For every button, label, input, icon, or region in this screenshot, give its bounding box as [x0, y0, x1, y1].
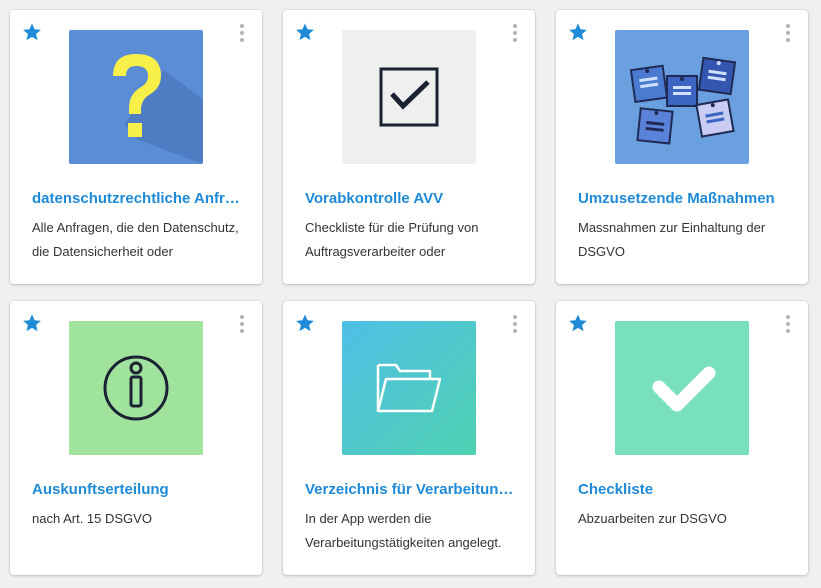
app-grid: datenschutzrechtliche Anfr… Alle Anfrage… [0, 0, 821, 588]
question-mark-icon [69, 30, 203, 164]
more-options-icon[interactable] [238, 315, 246, 337]
sticky-notes-icon [615, 30, 749, 164]
favorite-star-icon[interactable] [22, 22, 42, 42]
app-description: nach Art. 15 DSGVO [32, 511, 152, 526]
app-description: Alle Anfragen, die den Datenschutz, die … [32, 220, 239, 259]
more-options-icon[interactable] [511, 315, 519, 337]
app-title[interactable]: datenschutzrechtliche Anfr… [32, 190, 244, 207]
more-options-icon[interactable] [784, 315, 792, 337]
app-description: Abzuarbeiten zur DSGVO [578, 511, 727, 526]
app-tile-image[interactable] [69, 321, 203, 455]
app-description: Massnahmen zur Einhaltung der DSGVO [578, 220, 766, 259]
app-card-auskunftserteilung[interactable]: Auskunftserteilung nach Art. 15 DSGVO [10, 301, 262, 575]
folder-icon [342, 321, 476, 455]
favorite-star-icon[interactable] [568, 313, 588, 333]
favorite-star-icon[interactable] [295, 313, 315, 333]
app-card-checkliste[interactable]: Checkliste Abzuarbeiten zur DSGVO [556, 301, 808, 575]
checkbox-icon [342, 30, 476, 164]
favorite-star-icon[interactable] [22, 313, 42, 333]
more-options-icon[interactable] [511, 24, 519, 46]
app-tile-image[interactable] [69, 30, 203, 164]
app-tile-image[interactable] [615, 321, 749, 455]
app-card-vorabkontrolle-avv[interactable]: Vorabkontrolle AVV Checkliste für die Pr… [283, 10, 535, 284]
app-tile-image[interactable] [342, 30, 476, 164]
checkmark-icon [615, 321, 749, 455]
app-tile-image[interactable] [342, 321, 476, 455]
app-card-datenschutz-anfragen[interactable]: datenschutzrechtliche Anfr… Alle Anfrage… [10, 10, 262, 284]
favorite-star-icon[interactable] [568, 22, 588, 42]
app-tile-image[interactable] [615, 30, 749, 164]
favorite-star-icon[interactable] [295, 22, 315, 42]
app-title[interactable]: Umzusetzende Maßnahmen [578, 190, 790, 207]
app-title[interactable]: Vorabkontrolle AVV [305, 190, 517, 207]
more-options-icon[interactable] [784, 24, 792, 46]
app-title[interactable]: Auskunftserteilung [32, 481, 244, 498]
info-icon [69, 321, 203, 455]
app-title[interactable]: Checkliste [578, 481, 790, 498]
more-options-icon[interactable] [238, 24, 246, 46]
app-card-umzusetzende-massnahmen[interactable]: Umzusetzende Maßnahmen Massnahmen zur Ei… [556, 10, 808, 284]
app-description: Checkliste für die Prüfung von Auftragsv… [305, 220, 479, 259]
app-description: In der App werden die Verarbeitungstätig… [305, 511, 502, 550]
app-title[interactable]: Verzeichnis für Verarbeitun… [305, 481, 517, 498]
app-card-verzeichnis-verarbeitung[interactable]: Verzeichnis für Verarbeitun… In der App … [283, 301, 535, 575]
